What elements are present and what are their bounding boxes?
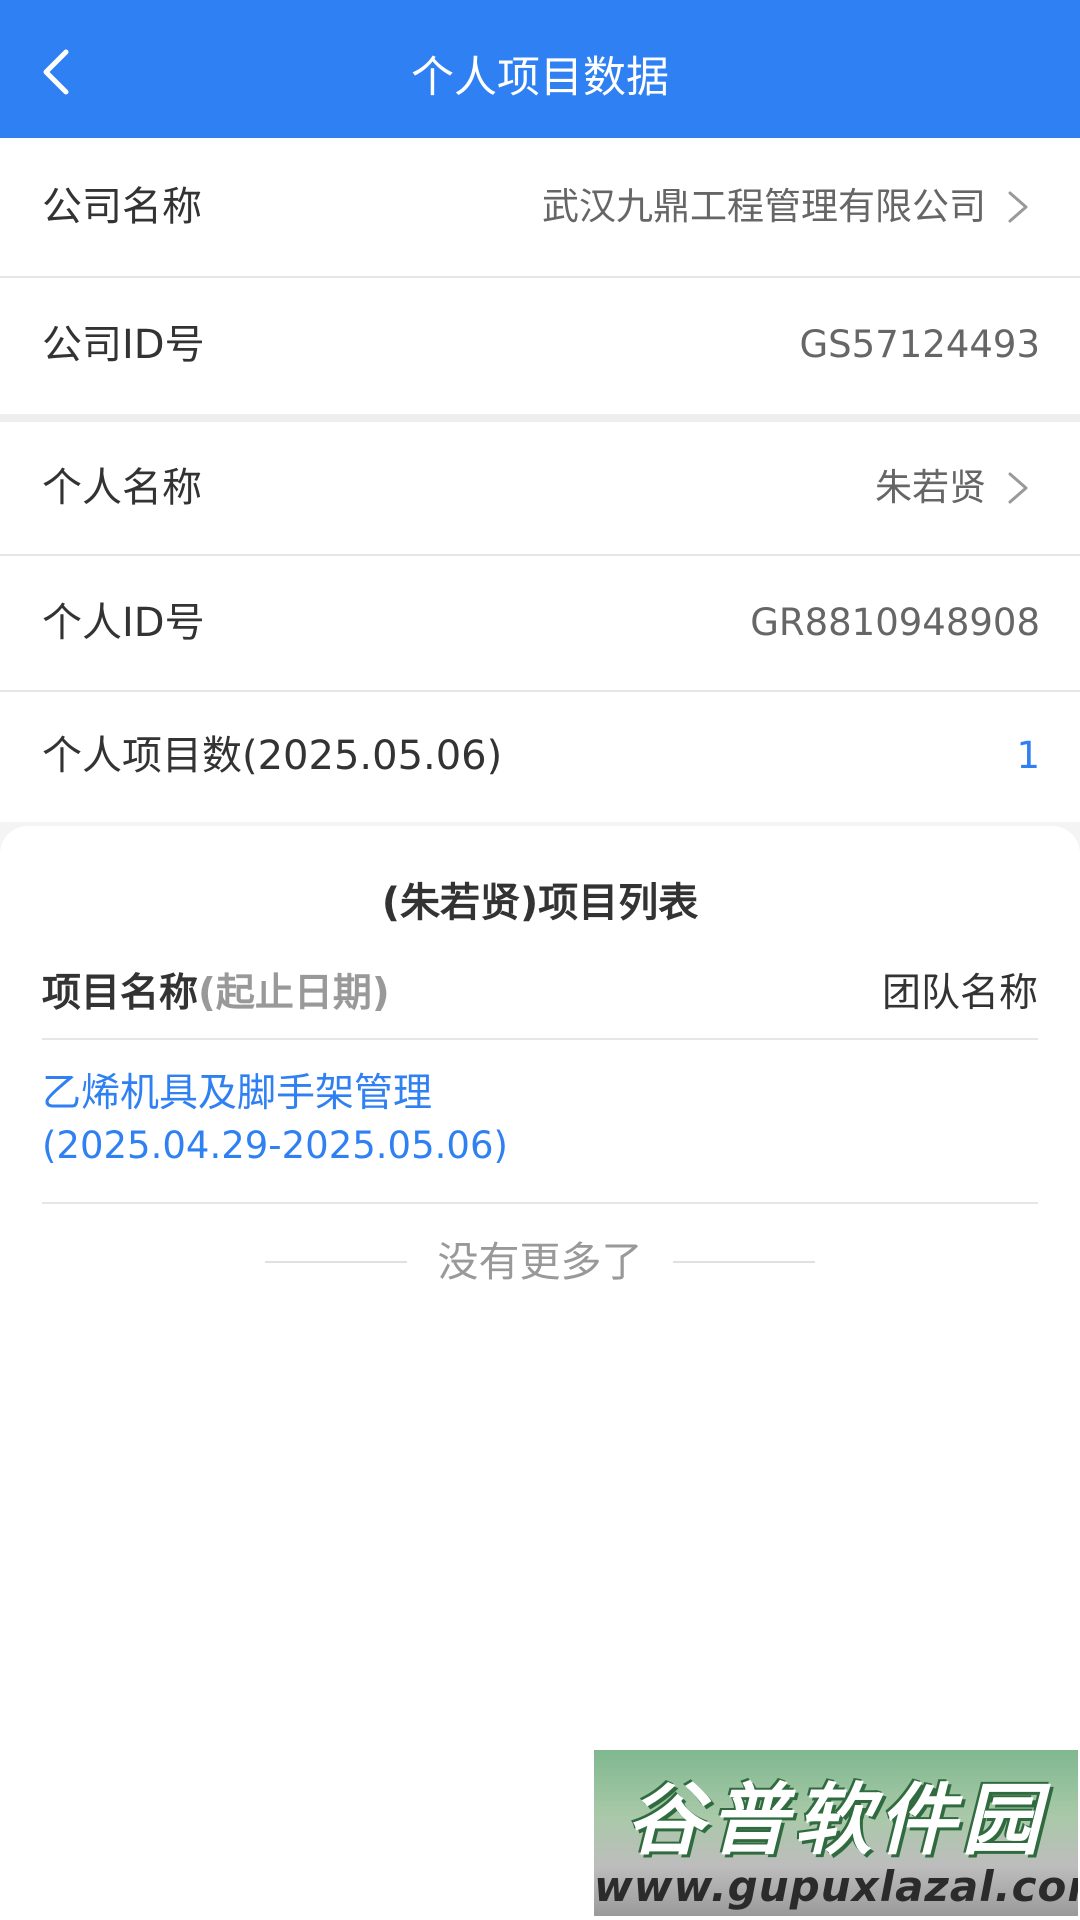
chevron-right-icon <box>1008 472 1028 504</box>
divider-line-right <box>673 1261 815 1263</box>
watermark-cn-text: 谷普软件园 <box>625 1776 1046 1866</box>
company-name-label: 公司名称 <box>42 184 202 230</box>
column-dates-label: (起止日期) <box>198 971 390 1016</box>
person-name-label: 个人名称 <box>42 465 202 511</box>
page-title: 个人项目数据 <box>411 53 669 103</box>
person-project-count-row: 个人项目数(2025.05.06) 1 <box>0 692 1080 822</box>
watermark-url-text: www.gupuxlazal.com <box>594 1862 1078 1911</box>
column-project-name-label: 项目名称 <box>42 971 199 1016</box>
company-id-label: 公司ID号 <box>42 322 205 368</box>
person-id-label: 个人ID号 <box>42 600 205 646</box>
section-divider <box>0 414 1080 422</box>
company-name-value: 武汉九鼎工程管理有限公司 <box>542 185 986 228</box>
company-id-value: GS57124493 <box>799 323 1040 366</box>
watermark-logo: 谷普软件园 www.gupuxlazal.com <box>594 1750 1078 1916</box>
project-list-title: (朱若贤)项目列表 <box>381 880 699 926</box>
list-column-header: 项目名称(起止日期) 团队名称 <box>42 962 1038 1040</box>
project-count-label: 个人项目数(2025.05.06) <box>42 733 503 779</box>
list-item[interactable]: 乙烯机具及脚手架管理 (2025.04.29-2025.05.06) <box>42 1068 1038 1204</box>
person-id-value: GR8810948908 <box>750 601 1040 644</box>
company-id-row: 公司ID号 GS57124493 <box>0 278 1080 414</box>
project-count-value[interactable]: 1 <box>1016 692 1040 820</box>
column-team-name: 团队名称 <box>881 971 1038 1016</box>
project-name-link[interactable]: 乙烯机具及脚手架管理 <box>42 1068 1038 1120</box>
project-dates: (2025.04.29-2025.05.06) <box>42 1124 508 1167</box>
column-project-name: 项目名称(起止日期) <box>42 962 390 1018</box>
person-id-row: 个人ID号 GR8810948908 <box>0 556 1080 692</box>
company-name-row[interactable]: 公司名称 武汉九鼎工程管理有限公司 <box>0 138 1080 278</box>
chevron-right-icon <box>1008 191 1028 223</box>
list-end-indicator: 没有更多了 <box>0 1232 1080 1292</box>
no-more-text: 没有更多了 <box>437 1238 643 1286</box>
app-header: 个人项目数据 <box>0 0 1080 138</box>
person-name-row[interactable]: 个人名称 朱若贤 <box>0 422 1080 556</box>
person-name-value: 朱若贤 <box>875 466 986 509</box>
